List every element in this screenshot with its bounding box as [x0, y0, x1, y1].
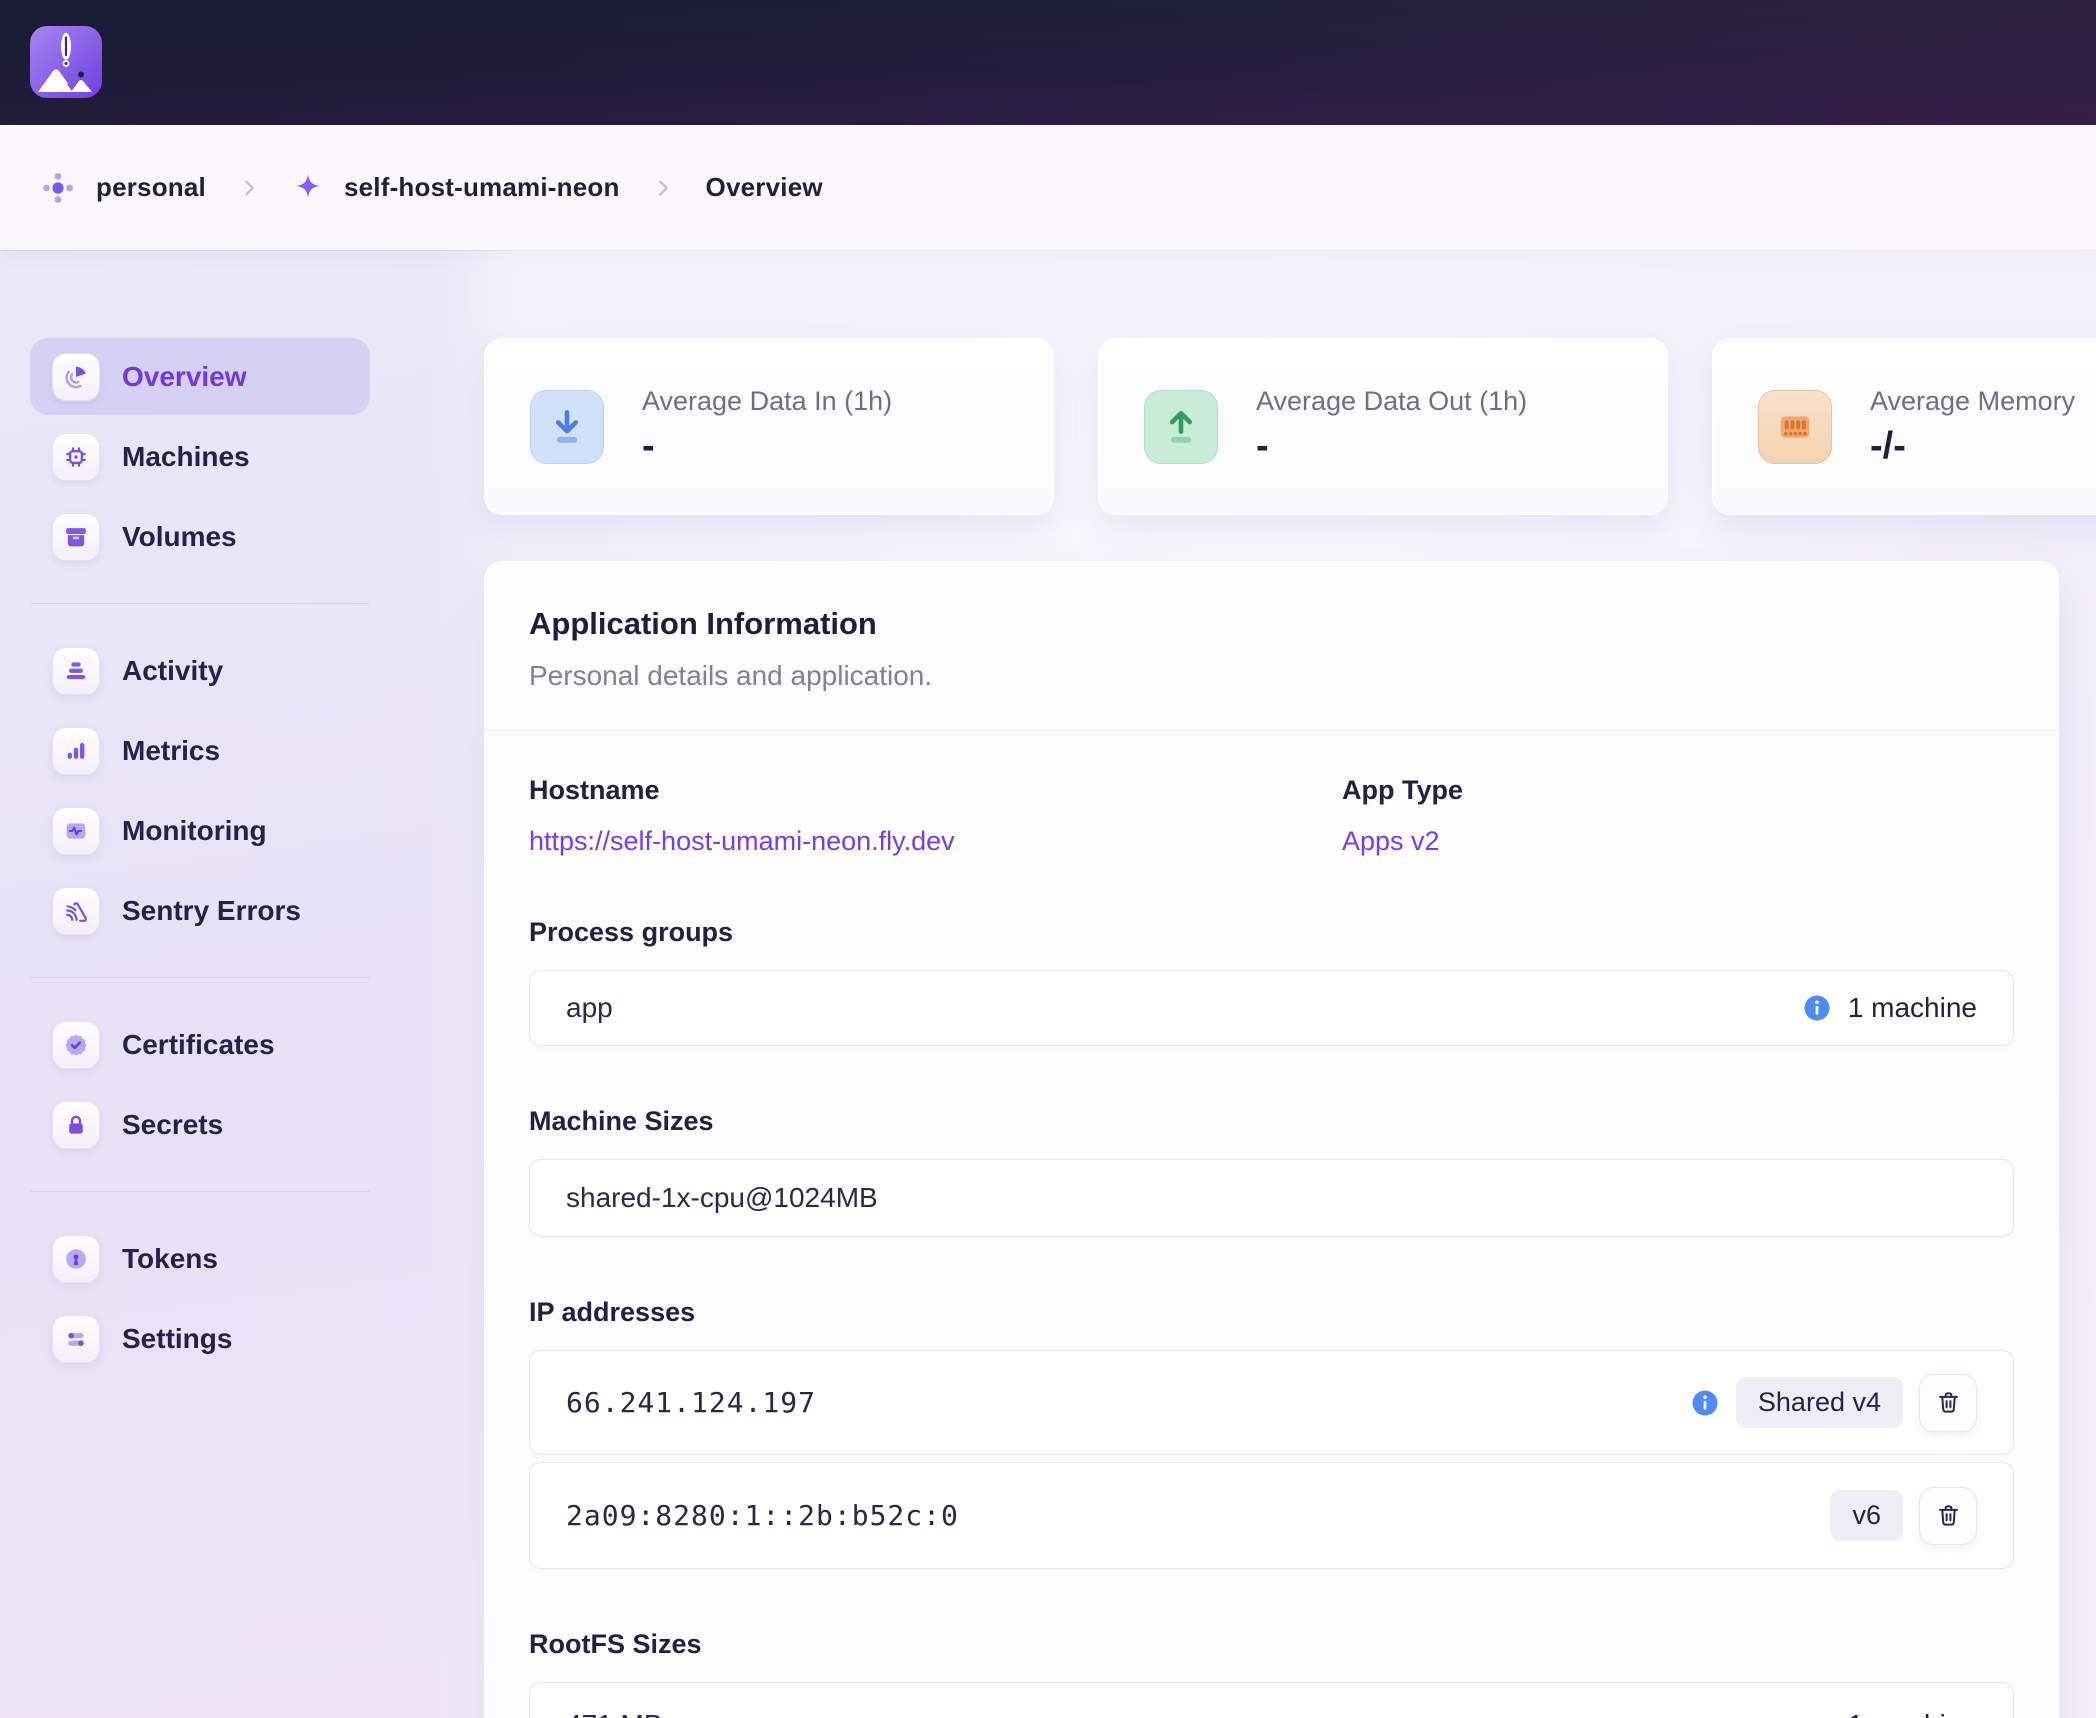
sidebar-item-label: Certificates	[122, 1029, 275, 1061]
ip-addresses-section: IP addresses 66.241.124.197 Shared v4	[529, 1297, 2014, 1569]
pulse-monitor-icon	[52, 807, 100, 855]
app-type-label: App Type	[1342, 775, 1463, 806]
fly-balloon-logo-icon[interactable]	[30, 26, 102, 98]
sidebar-item-monitoring[interactable]: Monitoring	[30, 792, 370, 869]
panel-subtitle: Personal details and application.	[529, 660, 2014, 692]
sidebar-item-label: Machines	[122, 441, 250, 473]
sidebar-item-settings[interactable]: Settings	[30, 1300, 370, 1377]
keyhole-icon	[52, 1235, 100, 1283]
app-type-link[interactable]: Apps v2	[1342, 826, 1440, 857]
sidebar-item-activity[interactable]: Activity	[30, 632, 370, 709]
breadcrumb: personal self-host-umami-neon Overview	[0, 125, 2096, 250]
ip-addresses-label: IP addresses	[529, 1297, 2014, 1328]
sentry-logo-icon	[52, 887, 100, 935]
sidebar-divider	[30, 1191, 370, 1192]
sidebar-item-sentry-errors[interactable]: Sentry Errors	[30, 872, 370, 949]
rootfs-sizes-section: RootFS Sizes 471 MB 1 machine	[529, 1629, 2014, 1718]
info-circle-icon[interactable]	[1690, 1388, 1720, 1418]
trash-icon	[1935, 1389, 1962, 1416]
memory-ram-icon	[1758, 390, 1832, 464]
sidebar-item-machines[interactable]: Machines	[30, 418, 370, 495]
app-overview-page: personal self-host-umami-neon Overview	[0, 0, 2096, 1718]
sidebar-divider	[30, 603, 370, 604]
breadcrumb-app[interactable]: self-host-umami-neon	[292, 172, 620, 204]
trash-icon	[1935, 1502, 1962, 1529]
stat-card-value: -	[642, 425, 892, 468]
sidebar-item-label: Settings	[122, 1323, 232, 1355]
certificate-badge-icon	[52, 1021, 100, 1069]
info-circle-icon[interactable]	[1802, 993, 1832, 1023]
process-group-row: app 1 machine	[529, 970, 2014, 1046]
sidebar-item-label: Volumes	[122, 521, 237, 553]
hostname-label: Hostname	[529, 775, 1342, 806]
breadcrumb-org-label: personal	[96, 172, 206, 203]
ip-address-row: 66.241.124.197 Shared v4	[529, 1350, 2014, 1455]
rootfs-size-value: 471 MB	[566, 1709, 663, 1718]
overview-radar-icon	[52, 353, 100, 401]
stat-card-value: -	[1256, 425, 1527, 468]
sidebar-item-secrets[interactable]: Secrets	[30, 1086, 370, 1163]
stat-card-memory: Average Memory -/-	[1712, 338, 2096, 515]
machine-size-row: shared-1x-cpu@1024MB	[529, 1159, 2014, 1237]
breadcrumb-app-label: self-host-umami-neon	[344, 172, 620, 203]
volume-box-icon	[52, 513, 100, 561]
machine-size-value: shared-1x-cpu@1024MB	[566, 1182, 878, 1214]
breadcrumb-page[interactable]: Overview	[706, 172, 823, 203]
process-group-machine-count: 1 machine	[1848, 992, 1977, 1024]
ip-address-value: 66.241.124.197	[566, 1386, 816, 1419]
machine-sizes-label: Machine Sizes	[529, 1106, 2014, 1137]
delete-ip-button[interactable]	[1919, 1487, 1977, 1545]
chevron-right-icon	[238, 177, 260, 199]
panel-header: Application Information Personal details…	[485, 562, 2058, 731]
stat-card-label: Average Memory	[1870, 386, 2075, 417]
rootfs-machine-count: 1 machine	[1848, 1709, 1977, 1718]
org-dots-icon	[40, 170, 76, 206]
breadcrumb-org[interactable]: personal	[40, 170, 206, 206]
sidebar-item-label: Sentry Errors	[122, 895, 301, 927]
sidebar-item-label: Tokens	[122, 1243, 218, 1275]
stat-card-value: -/-	[1870, 425, 2075, 468]
sidebar-item-overview[interactable]: Overview	[30, 338, 370, 415]
sidebar-item-label: Activity	[122, 655, 223, 687]
sidebar-item-label: Metrics	[122, 735, 220, 767]
sidebar-item-label: Monitoring	[122, 815, 267, 847]
ip-type-badge: Shared v4	[1736, 1377, 1903, 1428]
ip-address-row: 2a09:8280:1::2b:b52c:0 v6	[529, 1462, 2014, 1569]
panel-title: Application Information	[529, 606, 2014, 642]
top-navigation-bar	[0, 0, 2096, 125]
hostname-link[interactable]: https://self-host-umami-neon.fly.dev	[529, 826, 955, 857]
process-group-name: app	[566, 992, 613, 1024]
sliders-icon	[52, 1315, 100, 1363]
rootfs-size-row: 471 MB 1 machine	[529, 1682, 2014, 1718]
sidebar-item-certificates[interactable]: Certificates	[30, 1006, 370, 1083]
sidebar-item-label: Secrets	[122, 1109, 223, 1141]
rootfs-sizes-label: RootFS Sizes	[529, 1629, 2014, 1660]
process-groups-label: Process groups	[529, 917, 2014, 948]
stat-card-label: Average Data Out (1h)	[1256, 386, 1527, 417]
sidebar-divider	[30, 977, 370, 978]
sidebar-nav: Overview Machines Volumes	[30, 338, 370, 1380]
sidebar-item-tokens[interactable]: Tokens	[30, 1220, 370, 1297]
sidebar-item-volumes[interactable]: Volumes	[30, 498, 370, 575]
delete-ip-button[interactable]	[1919, 1374, 1977, 1432]
sidebar-item-label: Overview	[122, 361, 247, 393]
bar-chart-icon	[52, 727, 100, 775]
machine-sizes-section: Machine Sizes shared-1x-cpu@1024MB	[529, 1106, 2014, 1237]
upload-arrow-icon	[1144, 390, 1218, 464]
stat-card-data-in: Average Data In (1h) -	[484, 338, 1054, 515]
lock-icon	[52, 1101, 100, 1149]
application-information-panel: Application Information Personal details…	[484, 561, 2059, 1718]
cpu-chip-icon	[52, 433, 100, 481]
activity-stack-icon	[52, 647, 100, 695]
sidebar-item-metrics[interactable]: Metrics	[30, 712, 370, 789]
ip-address-value: 2a09:8280:1::2b:b52c:0	[566, 1499, 959, 1532]
download-arrow-icon	[530, 390, 604, 464]
stat-card-data-out: Average Data Out (1h) -	[1098, 338, 1668, 515]
chevron-right-icon	[652, 177, 674, 199]
breadcrumb-page-label: Overview	[706, 172, 823, 203]
process-groups-section: Process groups app 1 machine	[529, 917, 2014, 1046]
app-sparkle-icon	[292, 172, 324, 204]
ip-type-badge: v6	[1830, 1490, 1903, 1541]
stat-card-label: Average Data In (1h)	[642, 386, 892, 417]
